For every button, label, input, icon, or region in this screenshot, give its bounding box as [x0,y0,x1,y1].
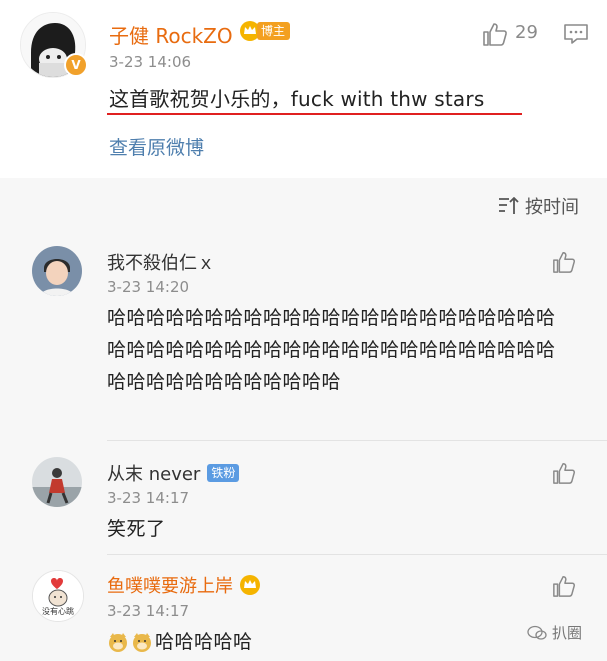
comment-time: 3-23 14:20 [107,278,190,296]
sort-by-time-button[interactable]: 按时间 [525,193,579,219]
comment-text: 哈哈哈哈哈 [155,631,253,653]
fan-tag: 铁粉 [207,464,240,482]
author-tag: 博主 [239,20,291,42]
comment-avatar[interactable]: 没有心跳 [32,570,84,622]
thumbs-up-icon[interactable] [482,21,508,47]
thumbs-up-icon[interactable] [552,574,576,598]
comments-panel [0,178,607,661]
comment-icon[interactable] [563,22,589,46]
comment-time: 3-23 14:17 [107,489,190,507]
comment-time: 3-23 14:17 [107,602,190,620]
sort-icon[interactable] [497,196,519,216]
post-author-name[interactable]: 子健 RockZO [109,20,233,49]
watermark: 扒圈 [527,622,582,643]
comment-divider [107,440,607,441]
avatar-caption: 没有心跳 [42,607,74,616]
comment-text: 哈哈哈哈哈哈哈哈哈哈哈哈哈哈哈哈哈哈哈哈哈哈哈哈哈哈哈哈哈哈哈哈哈哈哈哈哈哈哈哈… [107,307,556,393]
view-original-link[interactable]: 查看原微博 [109,133,204,160]
comment-author-name[interactable]: 我不殺伯仁ｘ [107,249,215,275]
comment-content-row: 哈哈哈哈哈 [107,626,253,658]
post-time: 3-23 14:06 [109,53,192,71]
comment-author-row: 从末 never 铁粉 [107,460,240,486]
comment-avatar[interactable] [32,457,82,507]
comment-avatar[interactable] [32,246,82,296]
thumbs-up-icon[interactable] [552,461,576,485]
post-text: 这首歌祝贺小乐的，fuck with thw stars [109,87,485,111]
comment-text: 笑死了 [107,518,166,540]
comment-author-name[interactable]: 从末 never [107,460,200,486]
comment-author-name[interactable]: 鱼噗噗要游上岸 [107,572,233,598]
doge-emoji-icon [133,633,151,652]
post-like-count: 29 [515,22,538,43]
comment-author-row: 鱼噗噗要游上岸 [107,572,261,598]
red-underline-annotation [107,113,522,115]
verified-badge-icon: V [64,53,88,77]
thumbs-up-icon[interactable] [552,250,576,274]
watermark-label: 扒圈 [552,624,583,642]
doge-emoji-icon [109,633,127,652]
comment-divider [107,554,607,555]
wechat-icon [527,625,547,640]
author-tag-label: 博主 [257,22,291,40]
crown-icon [240,575,260,595]
